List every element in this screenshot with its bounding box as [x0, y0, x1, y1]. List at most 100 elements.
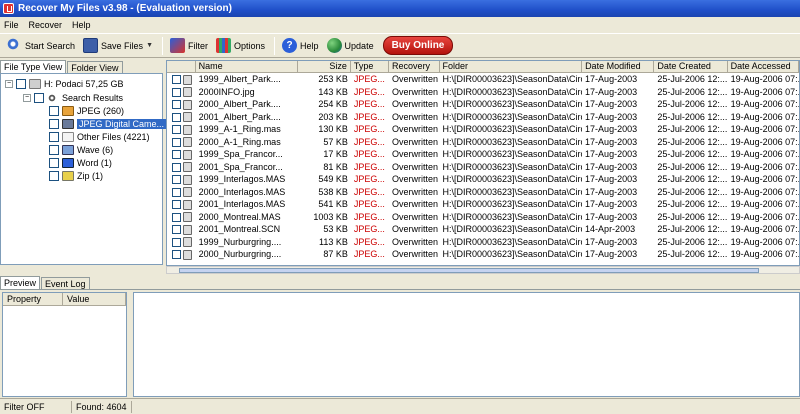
row-select[interactable] — [167, 161, 196, 174]
column-header-date-modified[interactable]: Date Modified — [582, 61, 655, 72]
table-row[interactable]: 2001_Montreal.SCN 53 KB JPEG... Overwritten… — [167, 223, 799, 236]
horizontal-scrollbar[interactable] — [166, 266, 800, 274]
checkbox[interactable] — [172, 162, 181, 172]
table-row[interactable]: 1999_Interlagos.MAS 549 KB JPEG... Overwrit… — [167, 173, 799, 186]
tree-item-wave[interactable]: Wave (6) — [49, 144, 113, 156]
checkbox[interactable] — [172, 125, 181, 135]
checkbox[interactable] — [34, 93, 44, 103]
start-search-button[interactable]: Start Search — [4, 35, 78, 56]
cell-date-created: 25-Jul-2006 12:... — [657, 111, 728, 122]
cell-folder: H:\[DIR00003623]\SeasonData\Circ... — [442, 186, 583, 197]
column-header-date-created[interactable]: Date Created — [654, 61, 728, 72]
checkbox[interactable] — [16, 79, 26, 89]
table-row[interactable]: 2001_Interlagos.MAS 541 KB JPEG... Overwrit… — [167, 198, 799, 211]
column-header-property[interactable]: Property — [3, 293, 63, 305]
table-row[interactable]: 2000_Nurburgring.... 87 KB JPEG... Overwrit… — [167, 248, 799, 261]
column-header-recovery[interactable]: Recovery — [389, 61, 440, 72]
save-files-button[interactable]: Save Files ▼ — [80, 35, 156, 56]
checkbox[interactable] — [49, 158, 59, 168]
menu-file[interactable]: File — [4, 20, 19, 30]
checkbox[interactable] — [49, 145, 59, 155]
row-select[interactable] — [167, 223, 196, 236]
buy-online-button[interactable]: Buy Online — [382, 36, 454, 55]
checkbox[interactable] — [172, 200, 181, 210]
filter-button[interactable]: Filter — [167, 35, 211, 56]
checkbox[interactable] — [49, 106, 59, 116]
collapse-icon[interactable]: − — [23, 94, 31, 102]
tree-item-other-files[interactable]: Other Files (4221) — [49, 131, 150, 143]
checkbox[interactable] — [172, 237, 181, 247]
row-select[interactable] — [167, 98, 196, 111]
column-header-date-accessed[interactable]: Date Accessed — [728, 61, 799, 72]
tree-item-jpeg[interactable]: JPEG (260) — [49, 105, 124, 117]
row-select[interactable] — [167, 211, 196, 224]
table-row[interactable]: 1999_A-1_Ring.mas 130 KB JPEG... Overwritte… — [167, 123, 799, 136]
search-icon — [47, 93, 59, 103]
tree-item-label: H: Podaci 57,25 GB — [44, 79, 124, 89]
tab-preview[interactable]: Preview — [0, 276, 41, 289]
row-select[interactable] — [167, 248, 196, 261]
table-row[interactable]: 2001_Albert_Park.... 203 KB JPEG... Overwri… — [167, 111, 799, 124]
checkbox[interactable] — [172, 175, 181, 185]
table-row[interactable]: 2001_Spa_Francor... 81 KB JPEG... Overwritt… — [167, 161, 799, 174]
cell-date-modified: 17-Aug-2003 — [585, 161, 638, 172]
checkbox[interactable] — [172, 187, 181, 197]
checkbox[interactable] — [172, 112, 181, 122]
checkbox[interactable] — [49, 171, 59, 181]
table-row[interactable]: 1999_Albert_Park.... 253 KB JPEG... Overwri… — [167, 73, 799, 86]
cell-name: 2001_Montreal.SCN — [198, 224, 281, 234]
tab-file-type-view[interactable]: File Type View — [0, 60, 67, 73]
checkbox[interactable] — [172, 250, 181, 260]
menu-help[interactable]: Help — [72, 20, 91, 30]
checkbox[interactable] — [172, 212, 181, 222]
row-select[interactable] — [167, 186, 196, 199]
tree-item-search-results[interactable]: − Search Results — [23, 92, 123, 104]
table-row[interactable]: 1999_Spa_Francor... 17 KB JPEG... Overwritt… — [167, 148, 799, 161]
scrollbar-thumb[interactable] — [179, 268, 759, 273]
menu-recover[interactable]: Recover — [29, 20, 63, 30]
checkbox[interactable] — [172, 137, 181, 147]
checkbox[interactable] — [172, 75, 181, 85]
row-select[interactable] — [167, 111, 196, 124]
tree-item-zip[interactable]: Zip (1) — [49, 170, 103, 182]
row-select[interactable] — [167, 173, 196, 186]
row-select[interactable] — [167, 73, 196, 86]
column-header-checkbox[interactable] — [167, 61, 196, 72]
row-select[interactable] — [167, 136, 196, 149]
cell-folder: H:\[DIR00003623]\SeasonData\Circ... — [442, 149, 583, 159]
row-select[interactable] — [167, 86, 196, 99]
table-row[interactable]: 2000_Albert_Park.... 254 KB JPEG... Overwri… — [167, 98, 799, 111]
update-button[interactable]: Update — [324, 35, 377, 56]
table-row[interactable]: 2000_Interlagos.MAS 538 KB JPEG... Overwrit… — [167, 186, 799, 199]
help-button[interactable]: ? Help — [279, 35, 322, 56]
tab-folder-view[interactable]: Folder View — [67, 61, 123, 73]
options-button[interactable]: Options — [213, 35, 268, 56]
row-select[interactable] — [167, 198, 196, 211]
checkbox[interactable] — [172, 87, 181, 97]
tree-item-word[interactable]: Word (1) — [49, 157, 112, 169]
tree-item-jpeg-digital-camera[interactable]: JPEG Digital Came... — [49, 118, 167, 130]
collapse-icon[interactable]: − — [5, 80, 13, 88]
row-select[interactable] — [167, 123, 196, 136]
checkbox[interactable] — [172, 100, 181, 110]
row-select[interactable] — [167, 236, 196, 249]
table-row[interactable]: 1999_Nurburgring.... 113 KB JPEG... Overwri… — [167, 236, 799, 249]
column-header-name[interactable]: Name — [196, 61, 299, 72]
checkbox[interactable] — [172, 150, 181, 160]
dropdown-arrow-icon[interactable]: ▼ — [146, 42, 153, 49]
column-header-value[interactable]: Value — [63, 293, 126, 305]
column-header-folder[interactable]: Folder — [440, 61, 583, 72]
image-file-icon — [183, 112, 192, 123]
toolbar-separator — [162, 36, 163, 55]
tab-event-log[interactable]: Event Log — [41, 277, 90, 289]
row-select[interactable] — [167, 148, 196, 161]
column-header-type[interactable]: Type — [351, 61, 390, 72]
column-header-size[interactable]: Size — [298, 61, 351, 72]
checkbox[interactable] — [49, 119, 59, 129]
table-row[interactable]: 2000_A-1_Ring.mas 57 KB JPEG... Overwritten… — [167, 136, 799, 149]
checkbox[interactable] — [49, 132, 59, 142]
table-row[interactable]: 2000INFO.jpg 143 KB JPEG... Overwritten H:\[… — [167, 86, 799, 99]
tree-item-drive[interactable]: − H: Podaci 57,25 GB — [5, 78, 124, 90]
table-row[interactable]: 2000_Montreal.MAS 1003 KB JPEG... Overwritt… — [167, 211, 799, 224]
checkbox[interactable] — [172, 225, 181, 235]
